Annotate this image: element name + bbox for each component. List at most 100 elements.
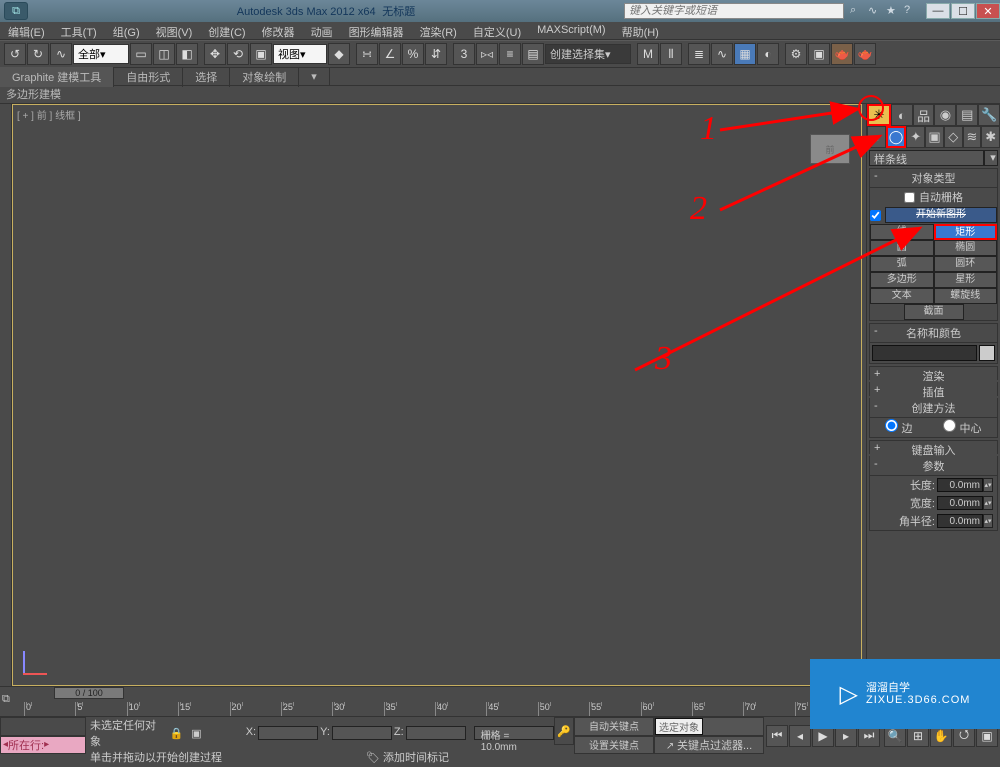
iso-icon[interactable]: ▣	[191, 727, 201, 740]
mirror-tool-button[interactable]: M	[637, 43, 659, 65]
ribbon-collapse-icon[interactable]: ▾	[299, 68, 330, 85]
spinner-length[interactable]: ▴▾	[983, 478, 993, 492]
menu-maxscript[interactable]: MAXScript(M)	[529, 22, 613, 39]
time-slider-handle[interactable]: 0 / 100	[54, 687, 124, 699]
search-input[interactable]	[624, 3, 844, 19]
key-mode-dropdown[interactable]: 选定对象	[655, 718, 703, 735]
tab-display[interactable]: ▤	[956, 104, 978, 126]
menu-edit[interactable]: 编辑(E)	[0, 22, 53, 39]
cat-helpers[interactable]: ◇	[944, 126, 963, 148]
cat-shapes[interactable]: ◯	[886, 126, 907, 148]
ref-coord-dropdown[interactable]: 视图▾	[273, 44, 327, 64]
ribbon-tab-freeform[interactable]: 自由形式	[114, 67, 183, 87]
align-button[interactable]: ≡	[499, 43, 521, 65]
radio-center[interactable]: 中心	[943, 419, 981, 436]
rollout-header-params[interactable]: -参数	[870, 457, 997, 476]
menu-customize[interactable]: 自定义(U)	[465, 22, 529, 39]
btn-star[interactable]: 星形	[934, 272, 998, 288]
curve-editor-button[interactable]: ∿	[711, 43, 733, 65]
coord-y[interactable]	[332, 726, 392, 740]
tab-utilities[interactable]: 🔧	[978, 104, 1000, 126]
btn-line[interactable]: 线	[870, 224, 934, 240]
script-mini[interactable]	[0, 717, 86, 736]
btn-rectangle[interactable]: 矩形	[934, 224, 998, 240]
goto-start-button[interactable]: ⏮	[766, 725, 788, 747]
coord-z[interactable]	[406, 726, 466, 740]
minimize-button[interactable]: —	[926, 3, 950, 19]
align-tool-button[interactable]: ⫴	[660, 43, 682, 65]
set-key-button[interactable]: 设置关键点	[574, 736, 654, 755]
cat-space[interactable]: ≋	[963, 126, 982, 148]
snap-3-button[interactable]: 3	[453, 43, 475, 65]
coord-x[interactable]	[258, 726, 318, 740]
viewport-label[interactable]: [ + ] 前 ] 线框 ]	[17, 107, 81, 122]
render-prod-button[interactable]: 🫖	[854, 43, 876, 65]
add-time-tag[interactable]: 🏷 添加时间标记	[366, 749, 449, 765]
selection-lock[interactable]: 🔑	[554, 717, 574, 745]
layer-button[interactable]: ▤	[522, 43, 544, 65]
key-filters-button[interactable]: ↗ 关键点过滤器...	[654, 736, 764, 754]
scale-button[interactable]: ▣	[250, 43, 272, 65]
link-button[interactable]: ∿	[50, 43, 72, 65]
tab-hierarchy[interactable]: 品	[913, 104, 935, 126]
color-swatch[interactable]	[979, 345, 995, 361]
star-icon[interactable]: ★	[886, 4, 900, 18]
btn-circle[interactable]: 圆	[870, 240, 934, 256]
select-region-button[interactable]: ◫	[153, 43, 175, 65]
rotate-button[interactable]: ⟲	[227, 43, 249, 65]
spinner-radius[interactable]: ▴▾	[983, 514, 993, 528]
btn-arc[interactable]: 弧	[870, 256, 934, 272]
mirror-button[interactable]: ▹◃	[476, 43, 498, 65]
lock-icon[interactable]: 🔒	[170, 727, 184, 740]
btn-section[interactable]: 截面	[904, 304, 964, 320]
maximize-button[interactable]: ☐	[951, 3, 975, 19]
pivot-button[interactable]: ◆	[328, 43, 350, 65]
undo-button[interactable]: ↺	[4, 43, 26, 65]
spinner-snap-button[interactable]: ⇵	[425, 43, 447, 65]
tab-create[interactable]: ✳	[867, 104, 891, 126]
btn-ngon[interactable]: 多边形	[870, 272, 934, 288]
tab-modify[interactable]: ◐	[891, 104, 913, 126]
time-config-icon[interactable]: ⧉	[2, 693, 20, 711]
move-button[interactable]: ✥	[204, 43, 226, 65]
rollout-header-name-color[interactable]: -名称和颜色	[870, 324, 997, 343]
btn-ellipse[interactable]: 椭圆	[934, 240, 998, 256]
menu-tools[interactable]: 工具(T)	[53, 22, 105, 39]
layers-button[interactable]: ≣	[688, 43, 710, 65]
close-button[interactable]: ✕	[976, 3, 1000, 19]
btn-helix[interactable]: 螺旋线	[934, 288, 998, 304]
app-icon[interactable]: ⧉	[4, 2, 28, 20]
menu-help[interactable]: 帮助(H)	[614, 22, 667, 39]
menu-render[interactable]: 渲染(R)	[412, 22, 465, 39]
redo-button[interactable]: ↻	[27, 43, 49, 65]
selection-scope-dropdown[interactable]: 全部▾	[73, 44, 129, 64]
input-radius[interactable]	[937, 514, 983, 528]
cat-systems[interactable]: ✱	[981, 126, 1000, 148]
binoculars-icon[interactable]: ⌕	[850, 4, 864, 18]
menu-animation[interactable]: 动画	[303, 22, 341, 39]
cat-geometry[interactable]: ◓	[867, 126, 886, 148]
rollout-keyboard[interactable]: +键盘输入	[869, 440, 998, 454]
ribbon-sub[interactable]: 多边形建模	[0, 86, 1000, 104]
viewport[interactable]: [ + ] 前 ] 线框 ]	[12, 104, 862, 686]
schematic-button[interactable]: ▦	[734, 43, 756, 65]
rollout-header-method[interactable]: -创建方法	[870, 399, 997, 418]
viewcube[interactable]: 前	[810, 134, 850, 164]
menu-modifiers[interactable]: 修改器	[254, 22, 303, 39]
rollout-render[interactable]: +渲染	[869, 366, 998, 380]
input-length[interactable]	[937, 478, 983, 492]
startnew-checkbox[interactable]	[870, 210, 881, 221]
cat-lights[interactable]: ✦	[906, 126, 925, 148]
category-dropdown[interactable]: 样条线	[869, 150, 984, 166]
btn-text[interactable]: 文本	[870, 288, 934, 304]
object-name-input[interactable]	[872, 345, 977, 361]
rollout-header-object-type[interactable]: -对象类型	[870, 169, 997, 188]
render-frame-button[interactable]: ▣	[808, 43, 830, 65]
autogrid-checkbox[interactable]	[904, 192, 915, 203]
menu-graph[interactable]: 图形编辑器	[341, 22, 412, 39]
tab-motion[interactable]: ◉	[934, 104, 956, 126]
help-icon[interactable]: ?	[904, 4, 918, 18]
angle-snap-button[interactable]: ∠	[379, 43, 401, 65]
menu-group[interactable]: 组(G)	[105, 22, 148, 39]
menu-create[interactable]: 创建(C)	[200, 22, 253, 39]
